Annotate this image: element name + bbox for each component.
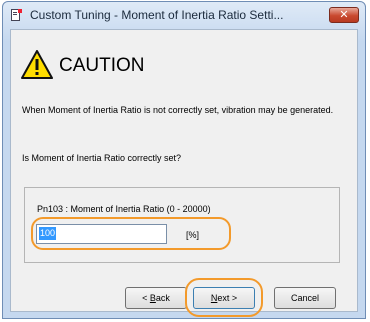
cancel-button[interactable]: Cancel (274, 287, 336, 309)
window-title: Custom Tuning - Moment of Inertia Ratio … (30, 8, 284, 22)
close-button[interactable]: ✕ (329, 7, 359, 23)
dialog-body: CAUTION When Moment of Inertia Ratio is … (10, 29, 358, 317)
close-icon: ✕ (339, 9, 349, 21)
next-highlight-ring (185, 278, 263, 317)
title-bar[interactable]: Custom Tuning - Moment of Inertia Ratio … (3, 2, 365, 28)
app-icon (11, 9, 22, 21)
back-button[interactable]: < Back (125, 287, 187, 309)
warning-message: When Moment of Inertia Ratio is not corr… (22, 105, 334, 115)
parameter-group: Pn103 : Moment of Inertia Ratio (0 - 200… (24, 187, 340, 263)
question-message: Is Moment of Inertia Ratio correctly set… (22, 153, 182, 163)
input-highlight-ring (31, 217, 231, 250)
warning-icon (21, 50, 53, 79)
caution-heading: CAUTION (59, 55, 145, 76)
parameter-label: Pn103 : Moment of Inertia Ratio (0 - 200… (37, 204, 211, 214)
dialog-window: Custom Tuning - Moment of Inertia Ratio … (2, 1, 366, 319)
